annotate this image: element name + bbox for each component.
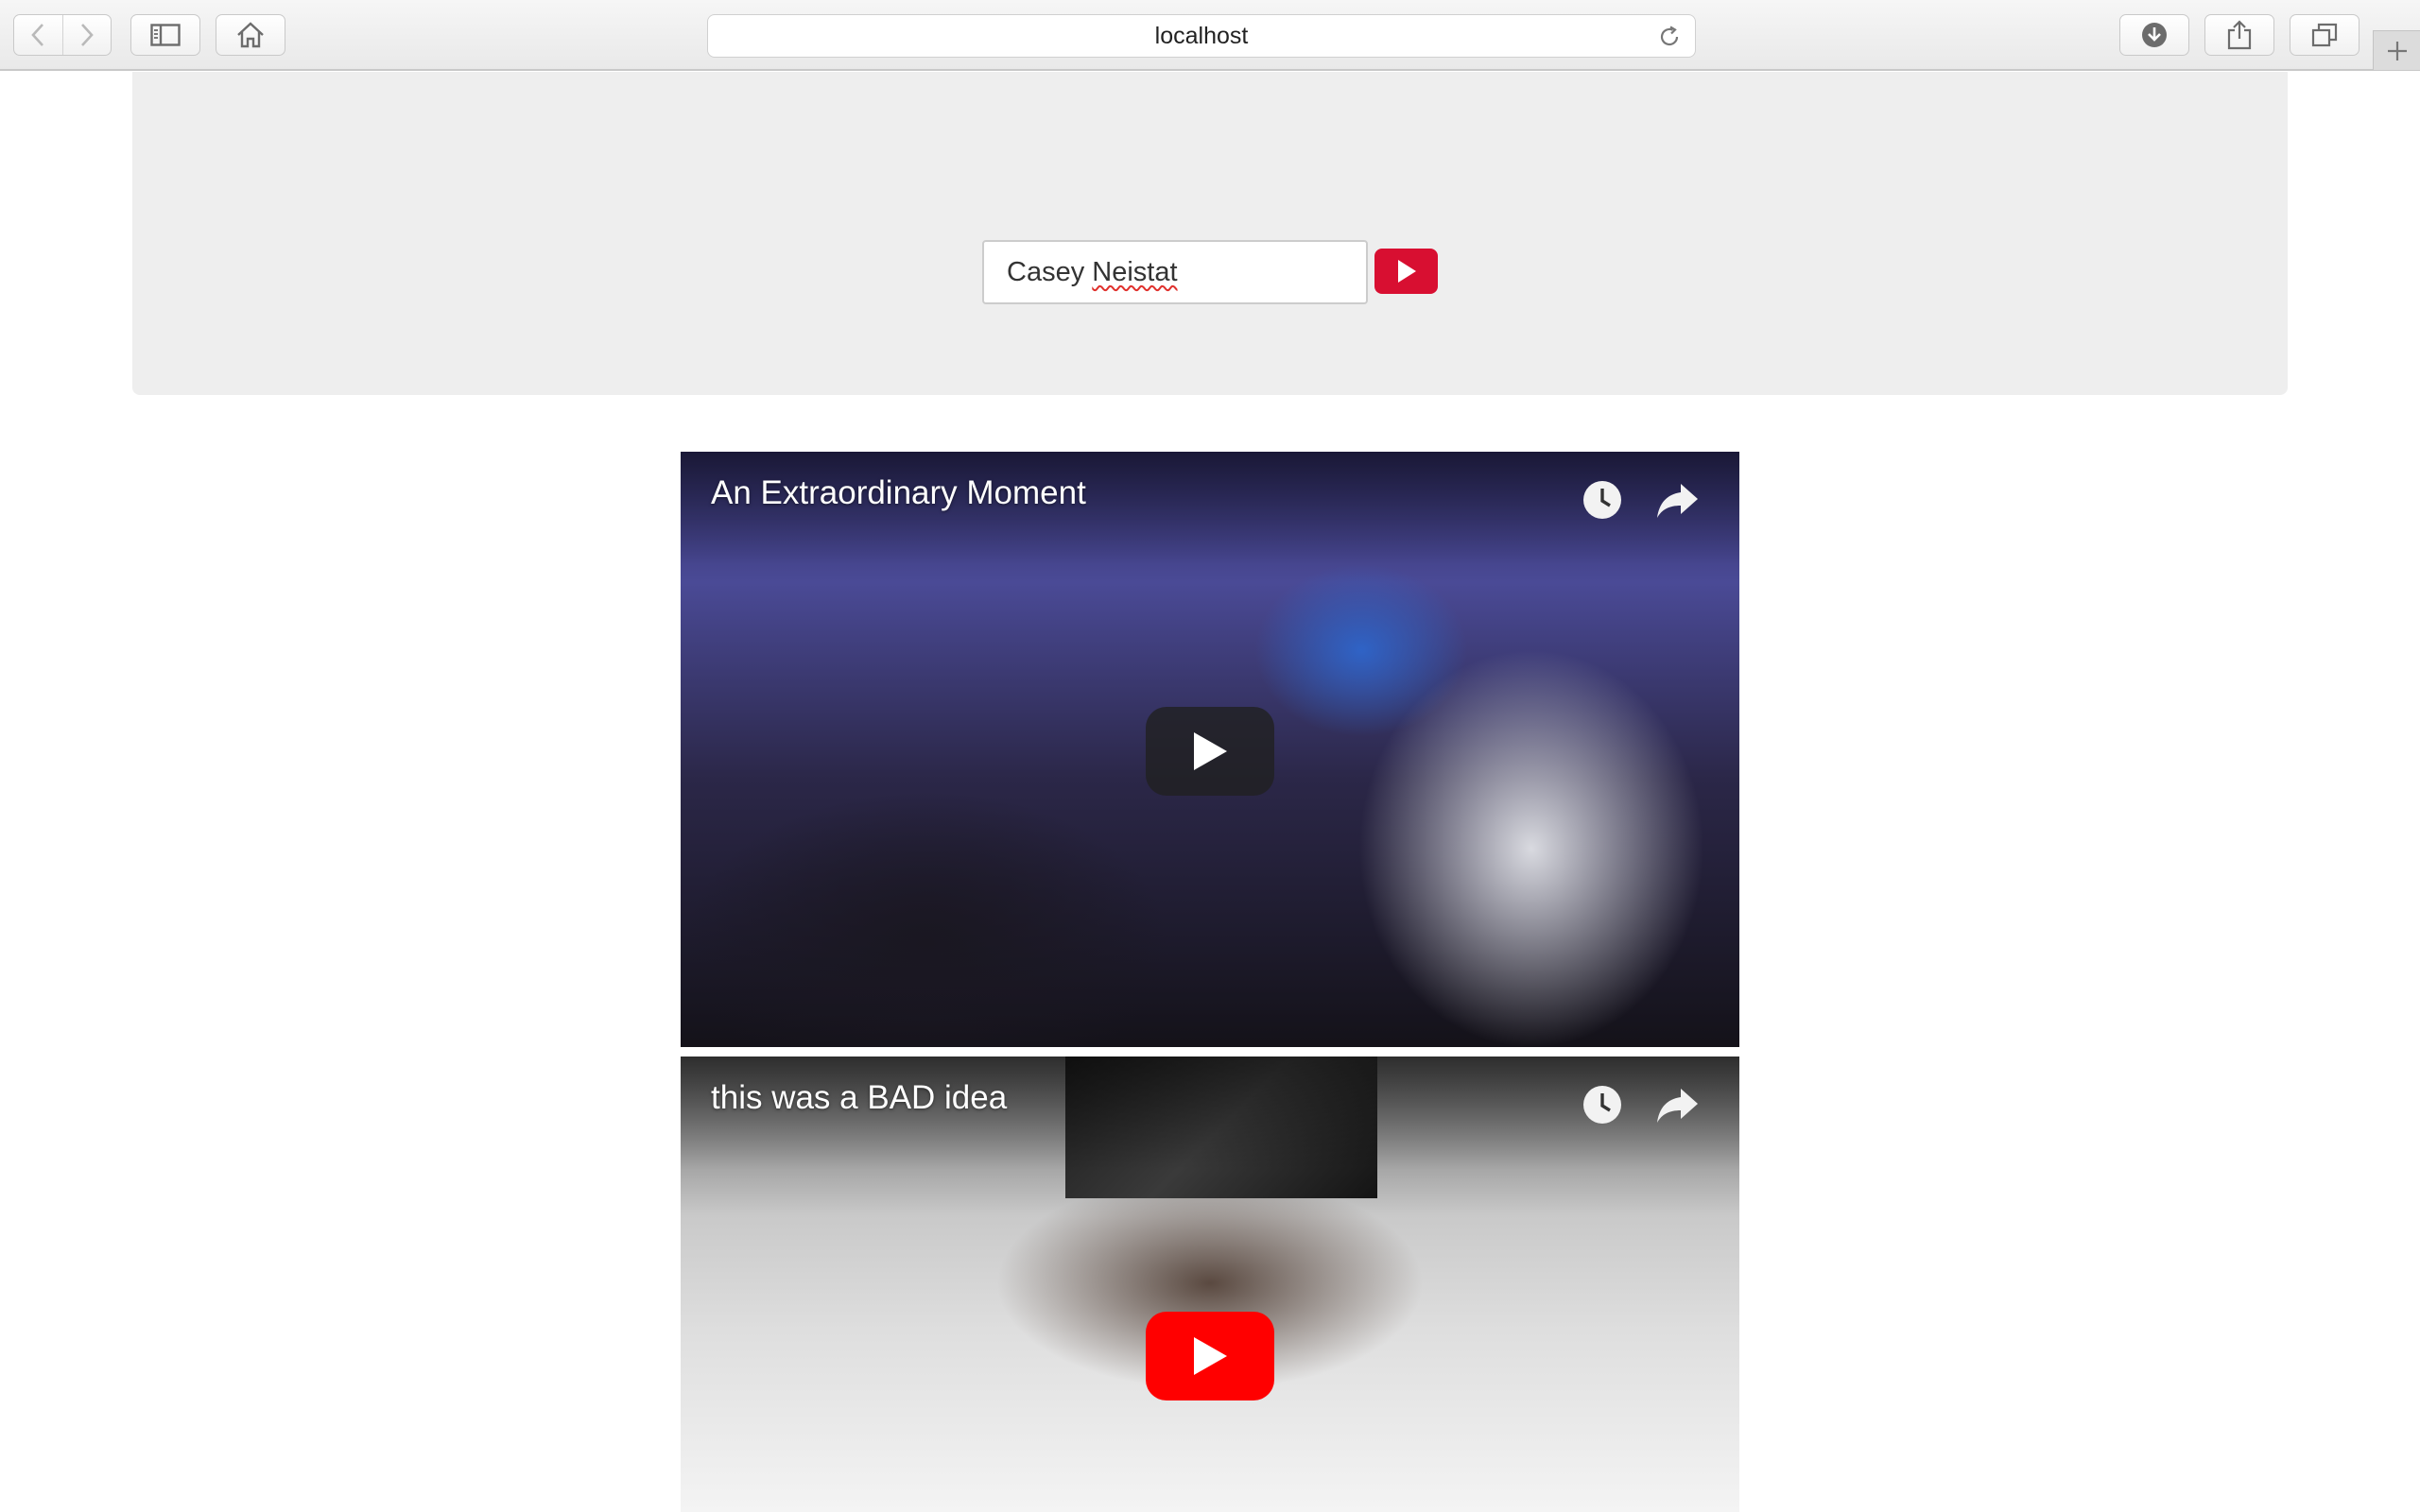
sidebar-icon [150,24,181,46]
video-title[interactable]: An Extraordinary Moment [711,474,1086,512]
search-button[interactable] [1374,249,1438,294]
video-player[interactable]: this was a BAD idea [681,1057,1739,1512]
new-tab-button[interactable] [2373,30,2420,70]
browser-toolbar: localhost [0,0,2420,71]
share-icon [2227,20,2252,50]
home-icon [237,22,264,48]
play-icon [1397,260,1416,283]
address-text: localhost [1154,22,1249,49]
back-icon [31,24,44,46]
play-icon [1194,1337,1227,1375]
search-jumbotron: Casey Neistat [132,72,2288,395]
address-bar[interactable]: localhost [707,14,1696,58]
tab-overview-button[interactable] [2290,14,2360,56]
download-icon [2142,23,2167,47]
play-button[interactable] [1146,707,1274,796]
tabs-icon [2311,23,2338,47]
search-value-word1: Casey [1007,256,1085,287]
back-forward-group [13,14,112,56]
watch-later-icon[interactable] [1581,478,1624,522]
video-title[interactable]: this was a BAD idea [711,1079,1007,1117]
home-button[interactable] [216,14,285,56]
back-button[interactable] [14,15,62,55]
share-button[interactable] [2204,14,2274,56]
sidebar-button[interactable] [130,14,200,56]
share-arrow-icon[interactable] [1654,480,1702,522]
search-value-word2: Neistat [1092,256,1178,287]
share-arrow-icon[interactable] [1654,1085,1702,1126]
search-input[interactable]: Casey Neistat [982,240,1368,304]
reload-icon[interactable] [1657,25,1682,49]
forward-button[interactable] [61,15,111,55]
play-button[interactable] [1146,1312,1274,1400]
plus-icon [2387,41,2407,60]
play-icon [1194,732,1227,770]
video-player[interactable]: An Extraordinary Moment [681,452,1739,1047]
downloads-button[interactable] [2119,14,2189,56]
watch-later-icon[interactable] [1581,1083,1624,1126]
forward-icon [81,24,94,46]
